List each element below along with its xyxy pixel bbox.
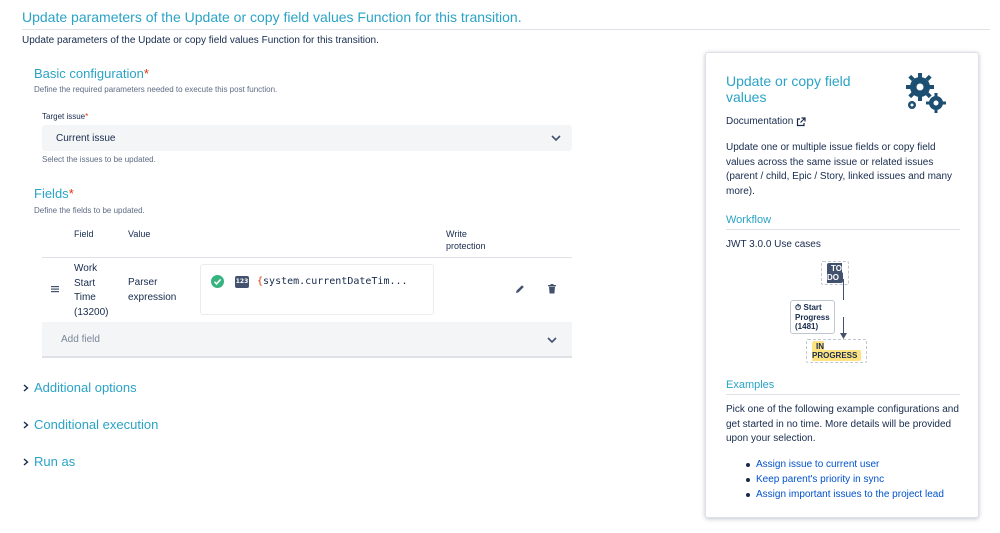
row-value-type: Parser expression xyxy=(128,276,188,305)
workflow-status-todo: TO DO xyxy=(821,261,849,285)
page-title: Update parameters of the Update or copy … xyxy=(22,9,522,25)
chevron-down-icon xyxy=(547,337,557,344)
panel-description: Update one or multiple issue fields or c… xyxy=(726,142,953,197)
target-issue-label-text: Target issue xyxy=(42,112,86,121)
column-header-field: Field xyxy=(74,229,94,239)
chevron-right-icon xyxy=(23,383,29,392)
row-value-type-text: Parser expression xyxy=(128,277,177,303)
target-issue-select[interactable]: Current issue xyxy=(42,125,572,151)
table-divider xyxy=(42,257,572,258)
example-link[interactable]: Keep parent's priority in sync xyxy=(746,472,944,487)
column-header-write-protection: Write protection xyxy=(446,229,486,251)
basic-config-title: Basic configuration* xyxy=(34,66,149,81)
fields-title: Fields* xyxy=(34,186,74,201)
additional-options-label: Additional options xyxy=(34,380,137,395)
basic-config-description: Define the required parameters needed to… xyxy=(34,85,278,94)
trash-icon[interactable] xyxy=(546,283,558,295)
page-header: Update parameters of the Update or copy … xyxy=(22,9,990,30)
workflow-status-todo-label: TO DO xyxy=(827,263,843,283)
expression-value: system.currentDateTim... xyxy=(263,276,408,287)
required-marker: * xyxy=(143,66,149,81)
number-type-icon: 123 xyxy=(235,276,249,288)
gears-icon xyxy=(906,73,946,113)
run-as-label: Run as xyxy=(34,454,76,469)
examples-intro: Pick one of the following example config… xyxy=(726,404,959,444)
workflow-connector xyxy=(843,279,844,300)
fields-label: Fields xyxy=(34,186,69,201)
documentation-link[interactable]: Documentation xyxy=(726,116,806,127)
target-issue-label: Target issue* xyxy=(42,112,88,121)
workflow-transition: ⏱ Start Progress (1481) xyxy=(790,300,835,334)
example-link[interactable]: Assign issue to current user xyxy=(746,457,944,472)
required-marker: * xyxy=(85,112,89,121)
documentation-label: Documentation xyxy=(726,116,794,127)
add-field-placeholder: Add field xyxy=(61,333,100,345)
chevron-down-icon xyxy=(551,135,561,142)
example-link[interactable]: Assign important issues to the project l… xyxy=(746,487,944,502)
run-as-toggle[interactable]: Run as xyxy=(22,454,75,469)
conditional-execution-label: Conditional execution xyxy=(34,417,159,432)
check-circle-icon xyxy=(211,275,224,288)
examples-heading: Examples xyxy=(726,379,960,395)
chevron-right-icon xyxy=(23,420,29,429)
workflow-caption: JWT 3.0.0 Use cases xyxy=(726,239,821,250)
additional-options-toggle[interactable]: Additional options xyxy=(22,380,137,395)
chevron-right-icon xyxy=(23,457,29,466)
workflow-status-in-progress: IN PROGRESS xyxy=(806,339,868,363)
expression-box[interactable]: 123 {system.currentDateTim... xyxy=(200,264,434,315)
examples-list: Assign issue to current user Keep parent… xyxy=(746,457,944,502)
target-issue-value: Current issue xyxy=(56,132,116,144)
row-field-name: Work Start Time (13200) xyxy=(74,263,109,318)
stopwatch-icon: ⏱ xyxy=(795,303,802,312)
external-link-icon xyxy=(797,116,806,126)
panel-title: Update or copy field values xyxy=(726,73,851,105)
column-header-value: Value xyxy=(128,229,151,239)
page-subtitle: Update parameters of the Update or copy … xyxy=(22,35,379,46)
add-field-select[interactable]: Add field xyxy=(42,322,572,358)
drag-handle-icon[interactable] xyxy=(51,285,59,293)
workflow-transition-label: Start Progress (1481) xyxy=(795,303,830,331)
pencil-icon[interactable] xyxy=(514,283,526,295)
target-issue-help: Select the issues to be updated. xyxy=(42,155,156,164)
basic-config-label: Basic configuration xyxy=(34,66,144,81)
expression-text: {system.currentDateTim... xyxy=(257,275,427,289)
required-marker: * xyxy=(68,186,74,201)
info-panel: Update or copy field values Documentatio… xyxy=(705,52,979,518)
conditional-execution-toggle[interactable]: Conditional execution xyxy=(22,417,158,432)
workflow-heading: Workflow xyxy=(726,214,960,230)
workflow-status-in-progress-label: IN PROGRESS xyxy=(812,341,862,361)
fields-description: Define the fields to be updated. xyxy=(34,206,145,215)
